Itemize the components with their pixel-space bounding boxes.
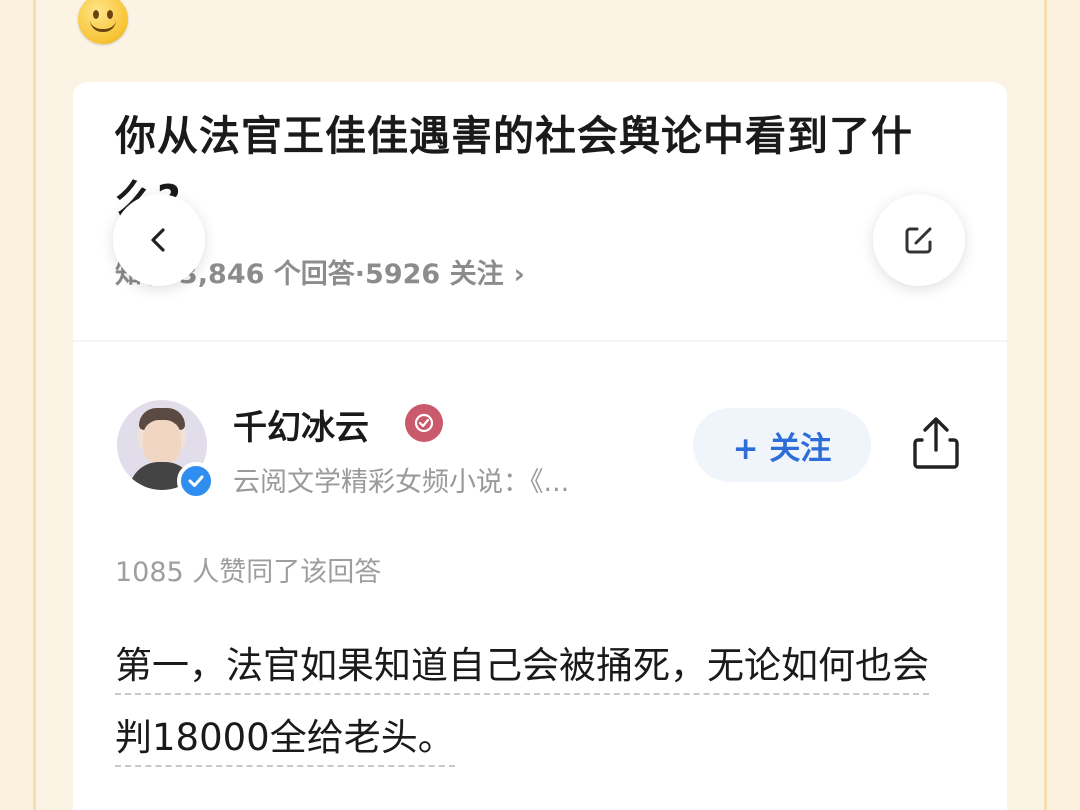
answer-paragraph: 第一，法官如果知道自己会被捅死，无论如何也会判18000全给老头。 (115, 644, 929, 767)
divider (73, 340, 1007, 342)
follow-button[interactable]: + 关注 (693, 408, 871, 482)
answer-text[interactable]: 第一，法官如果知道自己会被捅死，无论如何也会判18000全给老头。 (115, 630, 965, 774)
share-icon[interactable] (909, 414, 963, 472)
chevron-left-icon (151, 228, 165, 252)
smiley-icon (78, 0, 128, 44)
chevron-right-icon: › (513, 259, 525, 290)
answer-follow-count: 3,846 个回答·5926 关注 (179, 259, 504, 290)
likes-count: 1085 人赞同了该回答 (115, 557, 382, 588)
left-frame-border (0, 0, 36, 810)
edit-button[interactable] (873, 194, 965, 286)
back-button[interactable] (113, 194, 205, 286)
author-description[interactable]: 云阅文学精彩女频小说：《... (233, 460, 569, 499)
right-frame-border (1044, 0, 1080, 810)
author-name[interactable]: 千幻冰云 (233, 400, 369, 449)
verified-check-icon (177, 462, 215, 500)
question-title[interactable]: 你从法官王佳佳遇害的社会舆论中看到了什么? (115, 104, 975, 232)
edit-icon (905, 227, 932, 254)
badge-icon[interactable] (405, 404, 443, 442)
question-card: 你从法官王佳佳遇害的社会舆论中看到了什么? 知乎3,846 个回答·5926 关… (73, 82, 1007, 810)
